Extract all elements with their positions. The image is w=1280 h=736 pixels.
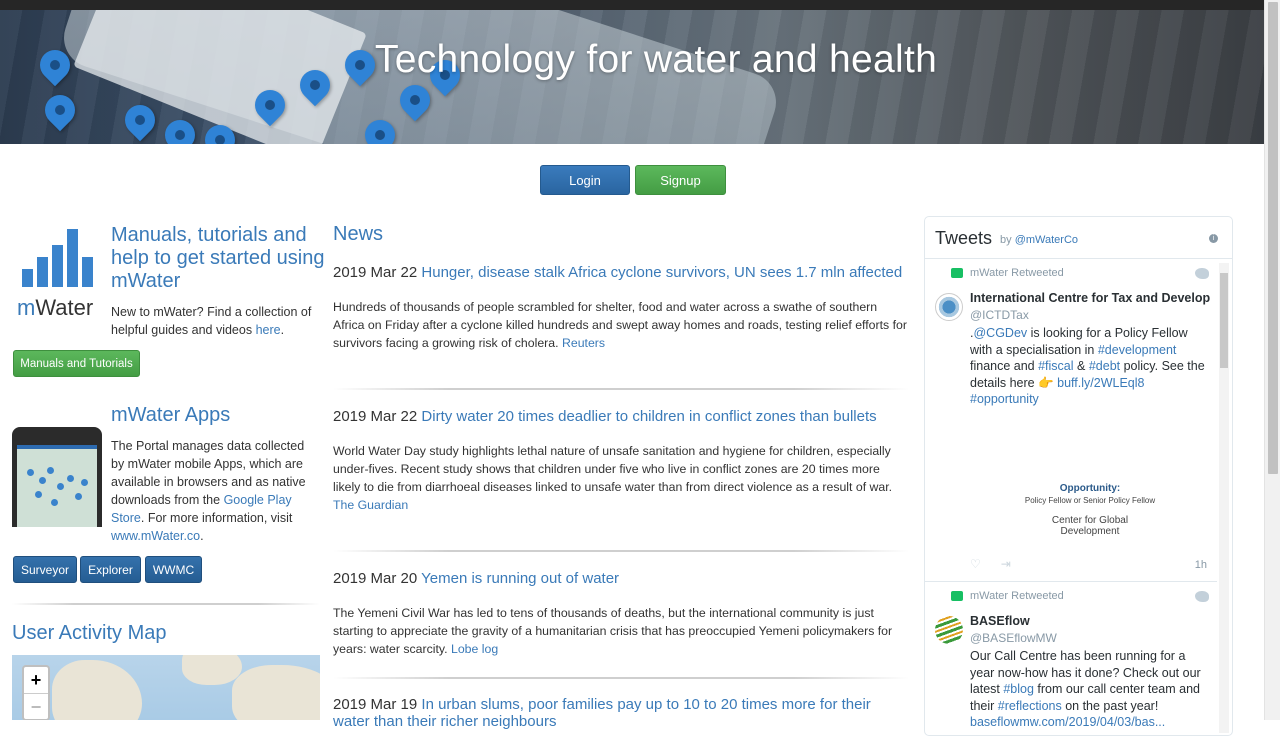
hero-banner: Technology for water and health (0, 10, 1264, 144)
news-date: 2019 Mar 22 (333, 408, 418, 425)
share-icon[interactable]: ⇥ (1001, 557, 1011, 571)
page-scrollbar-thumb[interactable] (1268, 2, 1278, 474)
retweeted-label: mWater Retweeted (970, 267, 1064, 279)
user-activity-map[interactable]: + − (12, 655, 320, 720)
news-source-link[interactable]: Lobe log (451, 642, 498, 656)
tweets-scrollbar[interactable] (1219, 263, 1229, 733)
apps-title: mWater Apps (111, 404, 231, 426)
retweeted-label: mWater Retweeted (970, 590, 1064, 602)
twitter-bird-icon (1195, 591, 1209, 602)
card-title: Opportunity: (1059, 483, 1121, 494)
manuals-text: New to mWater? Find a collection of help… (111, 305, 312, 337)
twitter-timeline-widget: Tweets by @mWaterCo i mWater Retweeted I… (924, 216, 1233, 736)
map-zoom-control: + − (22, 665, 50, 720)
mwater-logo-text: mWater (17, 295, 94, 320)
mwater-app-phone-image (12, 427, 102, 527)
tweet-actions: ♡ ⇥ (970, 557, 1011, 571)
news-item: 2019 Mar 20 Yemen is running out of wate… (333, 570, 909, 658)
manuals-title: Manuals, tutorials and help to get start… (111, 224, 325, 292)
manuals-tutorials-button[interactable]: Manuals and Tutorials (13, 350, 140, 377)
tweet-url-link[interactable]: buff.ly/2WLEql8 (1057, 376, 1144, 390)
tweet-url-link[interactable]: baseflowmw.com/2019/04/03/bas... (970, 715, 1165, 729)
tweet[interactable]: mWater Retweeted BASEflow @BASEflowMW Ou… (925, 582, 1217, 735)
tweet-text: .@CGDev is looking for a Policy Fellow w… (970, 326, 1205, 406)
zoom-out-button[interactable]: − (24, 693, 48, 719)
news-date: 2019 Mar 20 (333, 570, 418, 587)
mwater-logo-icon (22, 229, 96, 287)
tweets-title: Tweets (935, 228, 993, 248)
hashtag-link[interactable]: #reflections (998, 699, 1062, 713)
mwater-website-link[interactable]: www.mWater.co (111, 529, 200, 543)
login-button[interactable]: Login (540, 165, 630, 195)
tweet-text: Our Call Centre has been running for a y… (970, 649, 1201, 729)
news-body: World Water Day study highlights lethal … (333, 444, 893, 494)
tweet-media-card[interactable]: Opportunity: Policy Fellow or Senior Pol… (970, 439, 1210, 559)
news-headline-link[interactable]: Hunger, disease stalk Africa cyclone sur… (421, 264, 902, 281)
news-divider (333, 677, 909, 679)
info-icon[interactable]: i (1209, 234, 1218, 243)
tweets-by: by @mWaterCo (1000, 234, 1079, 246)
retweet-icon (951, 268, 963, 278)
news-headline-link[interactable]: Yemen is running out of water (421, 570, 619, 587)
mention-link[interactable]: @CGDev (973, 326, 1027, 340)
card-subtitle: Policy Fellow or Senior Policy Fellow (1024, 496, 1156, 505)
retweet-icon (951, 591, 963, 601)
apps-text: The Portal manages data collected by mWa… (111, 439, 306, 543)
news-divider (333, 388, 909, 390)
activity-map-title: User Activity Map (12, 622, 167, 644)
zoom-in-button[interactable]: + (24, 667, 48, 693)
news-date: 2019 Mar 19 (333, 696, 418, 713)
explorer-button[interactable]: Explorer (80, 556, 141, 583)
news-body: The Yemeni Civil War has led to tens of … (333, 606, 893, 656)
news-item: 2019 Mar 19 In urban slums, poor familie… (333, 696, 909, 730)
signup-button[interactable]: Signup (635, 165, 726, 195)
tweet-time[interactable]: 1h (1195, 559, 1207, 571)
wwmc-button[interactable]: WWMC (145, 556, 202, 583)
page-scrollbar[interactable] (1264, 0, 1280, 720)
tweet[interactable]: mWater Retweeted International Centre fo… (925, 259, 1217, 582)
news-headline-link[interactable]: Dirty water 20 times deadlier to childre… (421, 408, 876, 425)
twitter-bird-icon (1195, 268, 1209, 279)
hashtag-link[interactable]: #development (1098, 343, 1177, 357)
tweet-author-handle[interactable]: @ICTDTax (970, 308, 1029, 322)
hashtag-link[interactable]: #debt (1089, 359, 1120, 373)
avatar[interactable] (935, 293, 963, 321)
news-divider (333, 550, 909, 552)
tweet-author-name[interactable]: BASEflow (970, 614, 1210, 628)
news-item: 2019 Mar 22 Dirty water 20 times deadlie… (333, 408, 909, 514)
news-date: 2019 Mar 22 (333, 264, 418, 281)
surveyor-button[interactable]: Surveyor (13, 556, 77, 583)
manuals-here-link[interactable]: here (256, 323, 281, 337)
top-bar (0, 0, 1264, 10)
news-body: Hundreds of thousands of people scramble… (333, 300, 907, 350)
hashtag-link[interactable]: #blog (1003, 682, 1034, 696)
heart-icon[interactable]: ♡ (970, 557, 981, 571)
tweet-author-name[interactable]: International Centre for Tax and Develop… (970, 291, 1210, 305)
news-title: News (333, 223, 384, 245)
hashtag-link[interactable]: #opportunity (970, 392, 1039, 406)
news-source-link[interactable]: Reuters (562, 336, 605, 350)
cgd-logo: Center for Global Development (1051, 515, 1129, 537)
news-item: 2019 Mar 22 Hunger, disease stalk Africa… (333, 264, 909, 352)
avatar[interactable] (935, 616, 963, 644)
tweets-account-link[interactable]: @mWaterCo (1015, 234, 1078, 246)
hero-title: Technology for water and health (374, 38, 938, 81)
tweet-author-handle[interactable]: @BASEflowMW (970, 631, 1057, 645)
twitter-timeline-header: Tweets by @mWaterCo i (925, 217, 1232, 259)
news-source-link[interactable]: The Guardian (333, 498, 408, 512)
hashtag-link[interactable]: #fiscal (1038, 359, 1073, 373)
section-divider (12, 603, 320, 605)
